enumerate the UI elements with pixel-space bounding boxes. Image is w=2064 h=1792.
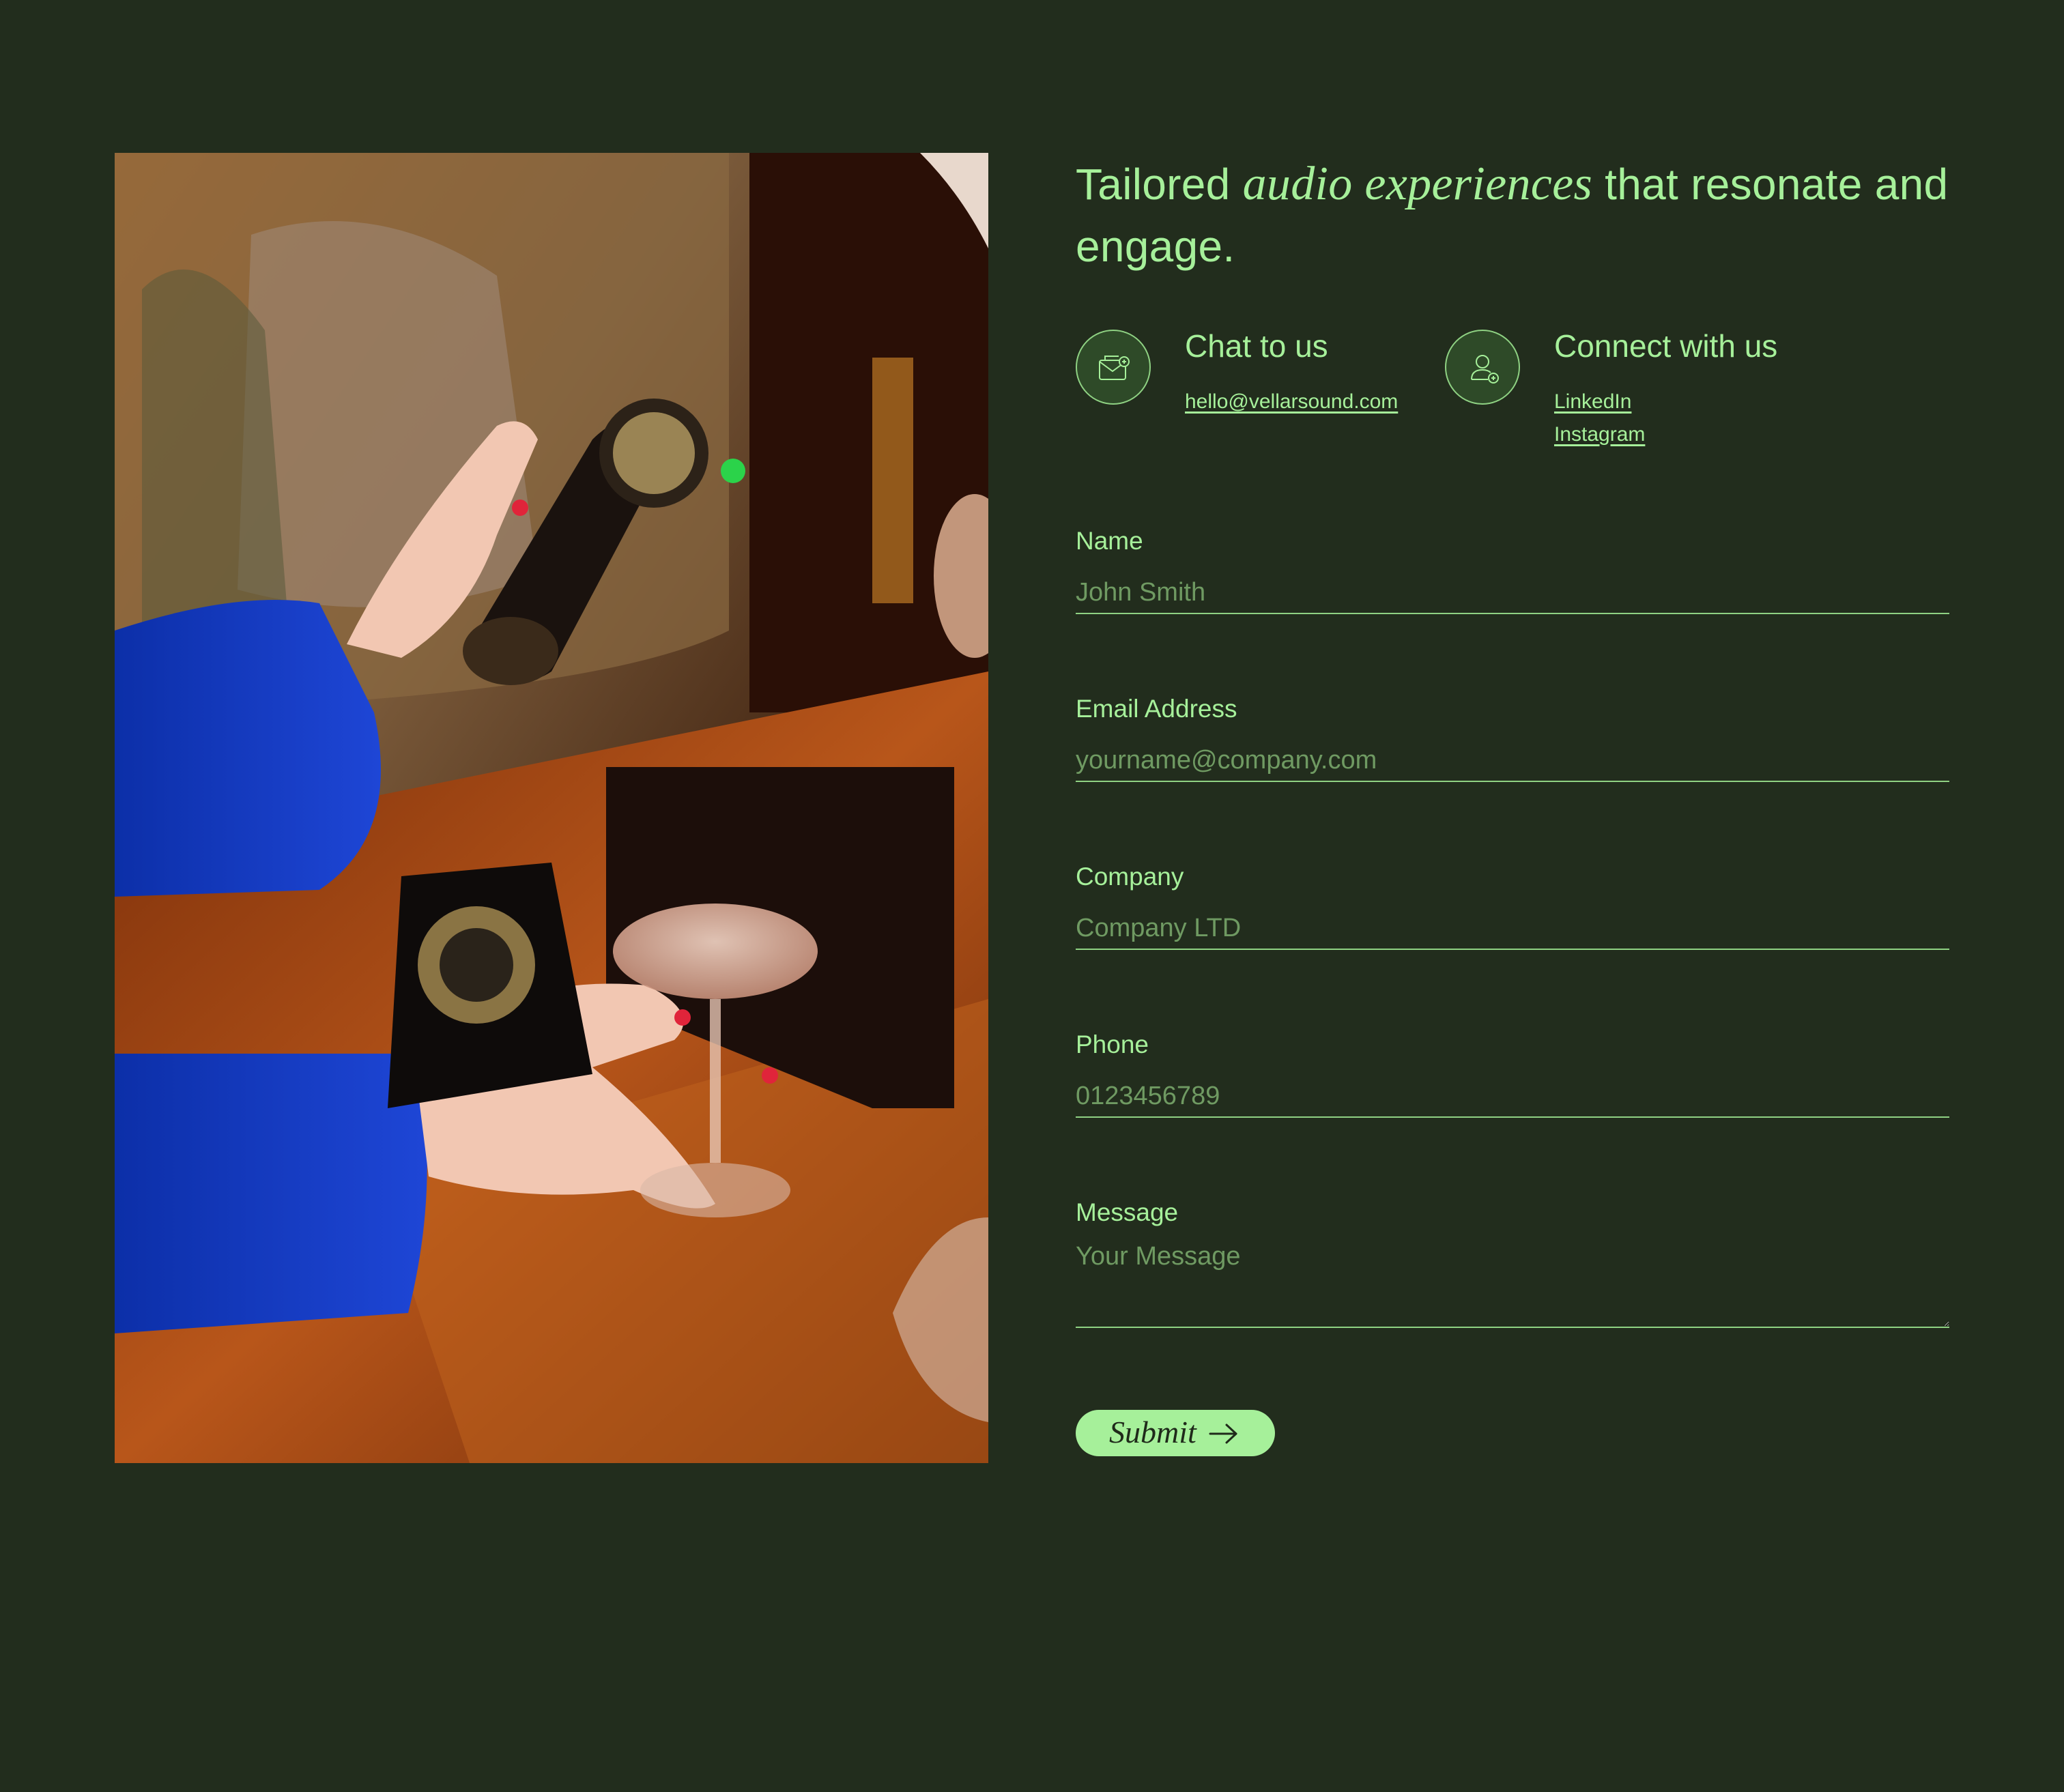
contact-options: Chat to us hello@vellarsound.com Connect… (1076, 328, 1949, 466)
connect-title: Connect with us (1554, 328, 1778, 364)
submit-button[interactable]: Submit (1076, 1410, 1275, 1456)
company-input[interactable] (1076, 908, 1949, 950)
user-add-icon (1445, 330, 1520, 405)
headline-lead: Tailored (1076, 160, 1231, 209)
mail-icon (1076, 330, 1151, 405)
phone-label: Phone (1076, 1030, 1149, 1058)
email-link[interactable]: hello@vellarsound.com (1185, 388, 1398, 416)
email-input[interactable] (1076, 740, 1949, 782)
phone-input[interactable] (1076, 1075, 1949, 1118)
chat-title: Chat to us (1185, 328, 1328, 364)
instagram-link[interactable]: Instagram (1554, 421, 1645, 448)
message-textarea[interactable] (1076, 1238, 1949, 1328)
arrow-right-icon (1207, 1421, 1240, 1448)
message-label: Message (1076, 1198, 1179, 1226)
headline-emphasis: audio experiences (1242, 158, 1593, 210)
page-headline: Tailored audio experiences that resonate… (1076, 153, 1949, 278)
name-label: Name (1076, 527, 1143, 555)
contact-panel: Tailored audio experiences that resonate… (1076, 153, 1949, 1456)
name-input[interactable] (1076, 572, 1949, 614)
linkedin-link[interactable]: LinkedIn (1554, 388, 1631, 416)
company-label: Company (1076, 863, 1184, 891)
submit-label: Submit (1109, 1415, 1196, 1449)
hero-photo (115, 153, 988, 1463)
email-label: Email Address (1076, 695, 1237, 723)
